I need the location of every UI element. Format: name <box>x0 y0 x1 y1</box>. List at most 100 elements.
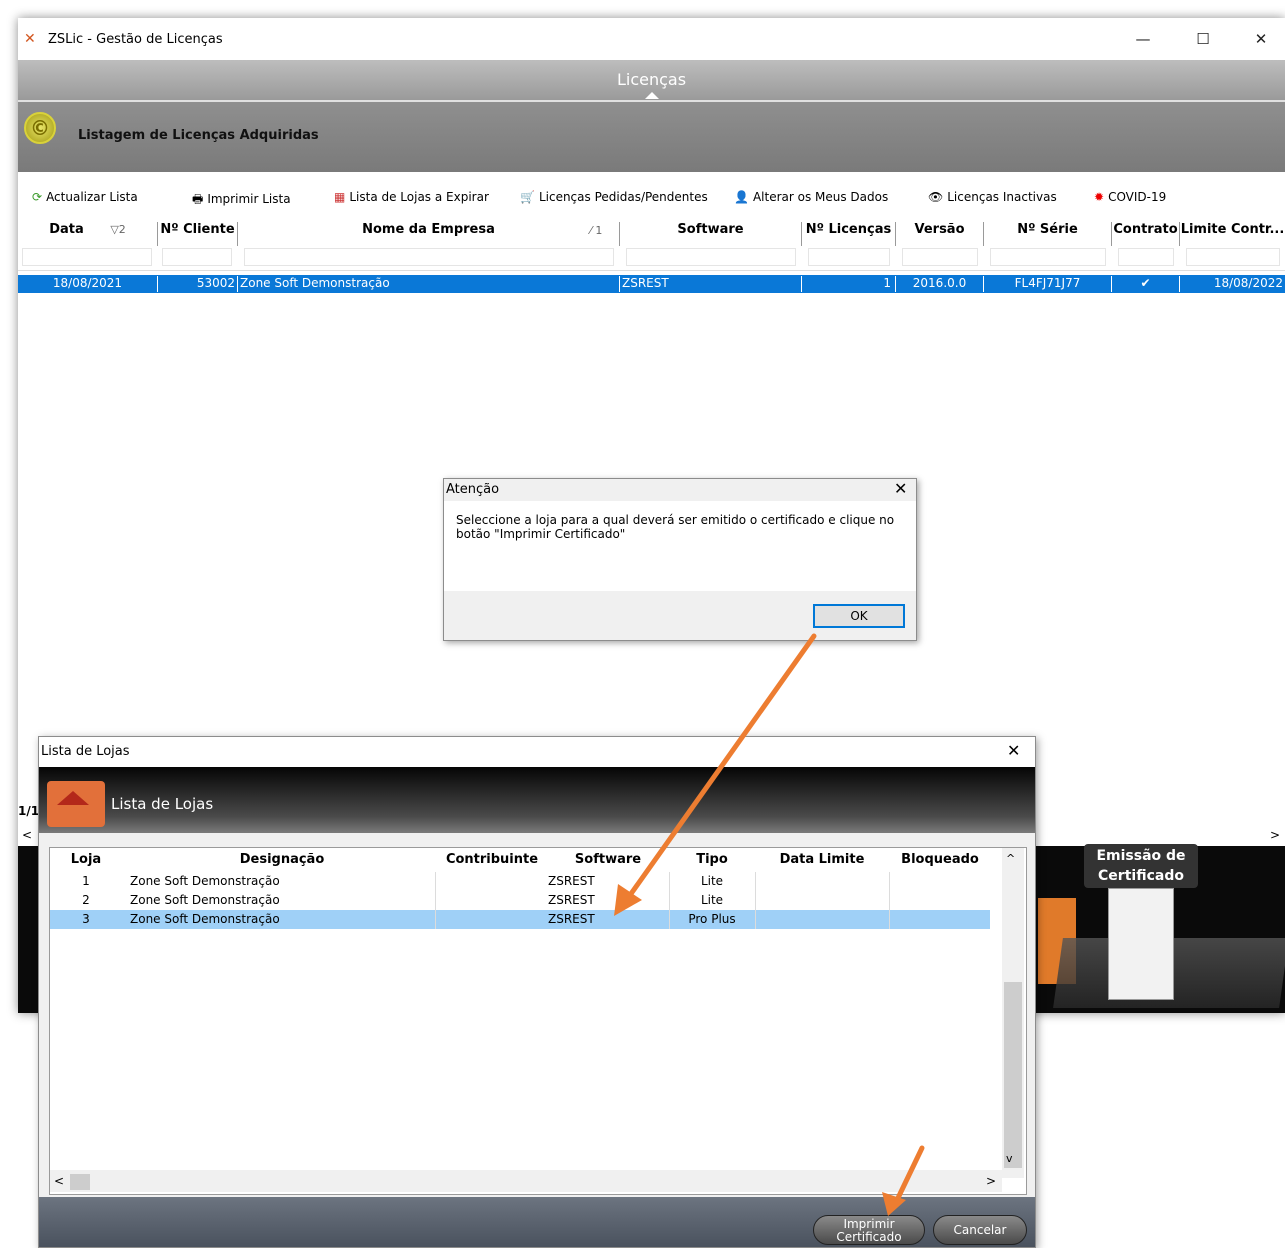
eye-icon: 👁 <box>928 190 944 204</box>
list-item[interactable]: 1 Zone Soft Demonstração ZSREST Lite <box>50 872 990 891</box>
row-divider <box>755 891 756 910</box>
app-logo-icon: ✕ <box>24 31 36 47</box>
filter-serie-input[interactable] <box>990 248 1106 266</box>
filter-data-input[interactable] <box>22 248 152 266</box>
col-designacao[interactable]: Designação <box>130 852 434 867</box>
maximize-button[interactable]: ☐ <box>1188 30 1218 48</box>
emissao-certificado-label[interactable]: Emissão de Certificado <box>1084 844 1198 888</box>
refresh-label: Actualizar Lista <box>46 190 138 204</box>
ok-button[interactable]: OK <box>813 604 905 628</box>
scroll-up-icon[interactable]: ^ <box>1006 852 1015 865</box>
print-list-button[interactable]: 🖶 Imprimir Lista <box>192 190 291 211</box>
col-software[interactable]: Software <box>620 222 802 246</box>
vertical-scroll-thumb[interactable] <box>1004 982 1022 1168</box>
loja-number: 2 <box>82 893 90 907</box>
expiring-stores-button[interactable]: ▦ Lista de Lojas a Expirar <box>334 190 489 204</box>
col-tipo[interactable]: Tipo <box>670 852 754 867</box>
sort-indicator: ⁄ 1 <box>590 224 603 237</box>
cancel-button[interactable]: Cancelar <box>933 1215 1027 1245</box>
list-item[interactable]: 2 Zone Soft Demonstração ZSREST Lite <box>50 891 990 910</box>
cell-cliente: 53002 <box>158 276 238 292</box>
col-licencas[interactable]: Nº Licenças <box>802 222 896 246</box>
filter-versao-input[interactable] <box>902 248 978 266</box>
toolbar: ⟳ Actualizar Lista 🖶 Imprimir Lista ▦ Lista… <box>18 184 1285 214</box>
store-list-banner-title: Lista de Lojas <box>111 795 214 813</box>
scroll-down-icon[interactable]: v <box>1006 1152 1013 1165</box>
cell-serie: FL4FJ71J77 <box>984 276 1112 292</box>
requested-label: Licenças Pedidas/Pendentes <box>538 190 708 204</box>
nav-title[interactable]: Licenças <box>18 70 1285 89</box>
col-contribuinte[interactable]: Contribuinte <box>436 852 548 867</box>
col-serie[interactable]: Nº Série <box>984 222 1112 246</box>
attention-close-button[interactable]: ✕ <box>894 479 907 498</box>
header-band: © Listagem de Licenças Adquiridas <box>18 102 1285 172</box>
sort-indicator: ▽2 <box>110 223 126 236</box>
col-bloqueado[interactable]: Bloqueado <box>890 852 990 867</box>
horizontal-scroll-thumb[interactable] <box>70 1174 90 1190</box>
filter-licencas-input[interactable] <box>808 248 890 266</box>
loja-designacao: Zone Soft Demonstração <box>130 874 280 888</box>
loja-software: ZSREST <box>548 874 595 888</box>
change-my-data-button[interactable]: 👤 Alterar os Meus Dados <box>734 190 888 204</box>
filter-empresa-input[interactable] <box>244 248 614 266</box>
col-empresa[interactable]: Nome da Empresa ⁄ 1 <box>238 222 620 246</box>
loja-tipo: Lite <box>700 874 724 888</box>
app-title: ZSLic - Gestão de Licenças <box>48 32 223 47</box>
loja-tipo: Pro Plus <box>688 912 736 926</box>
store-list-close-button[interactable]: ✕ <box>1007 741 1020 760</box>
col-data-limite[interactable]: Data Limite <box>756 852 888 867</box>
col-data-label: Data <box>49 222 84 237</box>
scroll-left-icon[interactable]: < <box>54 1174 64 1188</box>
requested-licenses-button[interactable]: 🛒 Licenças Pedidas/Pendentes <box>520 190 708 204</box>
col-empresa-label: Nome da Empresa <box>362 222 495 237</box>
col-loja[interactable]: Loja <box>64 852 108 867</box>
col-cliente[interactable]: Nº Cliente <box>158 222 238 246</box>
home-icon <box>57 791 89 805</box>
refresh-list-button[interactable]: ⟳ Actualizar Lista <box>32 190 138 204</box>
inactive-label: Licenças Inactivas <box>947 190 1057 204</box>
cell-empresa: Zone Soft Demonstração <box>238 276 620 292</box>
print-certificate-button[interactable]: Imprimir Certificado <box>813 1215 925 1245</box>
store-list-table: Loja Designação Contribuinte Software Ti… <box>49 847 1027 1195</box>
attention-dialog: Atenção ✕ Seleccione a loja para a qual … <box>443 478 917 641</box>
cell-contrato: ✔ <box>1112 276 1180 292</box>
record-count: 1/1 <box>18 804 40 818</box>
cart-icon: 🛒 <box>520 190 535 204</box>
col-data[interactable]: Data ▽2 <box>18 222 158 246</box>
print-label: Imprimir Lista <box>207 192 291 206</box>
filter-cliente-input[interactable] <box>162 248 232 266</box>
scroll-right-icon[interactable]: > <box>986 1174 996 1188</box>
close-button[interactable]: ✕ <box>1246 30 1276 48</box>
inactive-licenses-button[interactable]: 👁 Licenças Inactivas <box>928 190 1057 204</box>
list-item-selected[interactable]: 3 Zone Soft Demonstração ZSREST Pro Plus <box>50 910 990 929</box>
row-divider <box>889 910 890 929</box>
nav-bar: Licenças <box>18 60 1285 102</box>
filter-software-input[interactable] <box>626 248 796 266</box>
scroll-right-icon[interactable]: > <box>1270 828 1280 842</box>
store-list-banner: Lista de Lojas <box>39 767 1035 833</box>
horizontal-scrollbar[interactable] <box>50 1170 1002 1192</box>
certificate-icon[interactable] <box>1108 888 1174 1000</box>
row-divider <box>435 891 436 910</box>
table-row[interactable]: 18/08/2021 53002 Zone Soft Demonstração … <box>18 275 1285 293</box>
covid-button[interactable]: ✹ COVID-19 <box>1094 190 1166 204</box>
cell-software: ZSREST <box>620 276 802 292</box>
col-software[interactable]: Software <box>548 852 668 867</box>
cell-data: 18/08/2021 <box>18 276 158 292</box>
loja-software: ZSREST <box>548 893 595 907</box>
cell-licencas: 1 <box>802 276 896 292</box>
cell-versao: 2016.0.0 <box>896 276 984 292</box>
scroll-left-icon[interactable]: < <box>22 828 32 842</box>
col-contrato[interactable]: Contrato <box>1112 222 1180 246</box>
expiring-label: Lista de Lojas a Expirar <box>349 190 489 204</box>
minimize-button[interactable]: — <box>1128 30 1158 48</box>
filter-limite-input[interactable] <box>1186 248 1280 266</box>
filter-contrato-input[interactable] <box>1118 248 1174 266</box>
cell-limite: 18/08/2022 <box>1213 276 1283 290</box>
virus-icon: ✹ <box>1094 190 1105 204</box>
col-limite[interactable]: Limite Contr... <box>1180 222 1285 246</box>
col-versao[interactable]: Versão <box>896 222 984 246</box>
row-divider <box>669 872 670 891</box>
row-divider <box>669 910 670 929</box>
printer-icon: 🖶 <box>192 192 204 206</box>
